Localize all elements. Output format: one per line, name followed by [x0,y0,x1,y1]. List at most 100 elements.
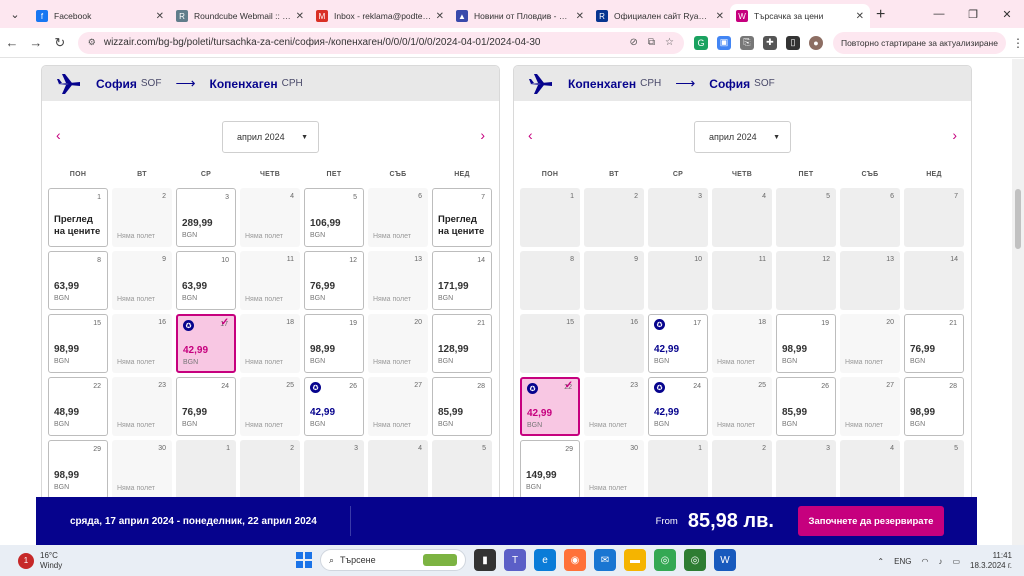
scrollbar-thumb[interactable] [1015,189,1021,249]
cast-icon[interactable]: ⎘ [739,35,754,50]
tab-close-icon[interactable]: ✕ [576,11,584,22]
volume-icon[interactable]: ♪ [938,557,942,566]
calendar-day-cell[interactable]: 14 171,99 BGN [432,251,492,310]
prev-month-icon[interactable]: ‹ [56,127,61,143]
mail-icon[interactable]: ✉ [594,549,616,571]
weather-widget[interactable]: 1 16°C Windy [0,551,120,571]
windows-start-icon[interactable] [296,552,312,568]
calendar-day-cell[interactable]: 5 106,99 BGN [304,188,364,247]
day-currency: BGN [782,421,798,428]
minimize-icon[interactable]: — [922,8,956,20]
back-icon[interactable]: ← [0,35,24,50]
tab-close-icon[interactable]: ✕ [716,11,724,22]
view-prices-link[interactable]: Преглед на цените [438,214,488,238]
chrome-profile-icon[interactable]: ◎ [684,549,706,571]
restart-update-button[interactable]: Повторно стартиране за актуализиране [832,31,1006,54]
tab-close-icon[interactable]: ✕ [436,11,444,22]
club-discount-icon: ✪ [654,319,665,330]
browser-tab[interactable]: R Официален сайт Ryanair ✕ [590,4,730,28]
calendar-day-cell[interactable]: 19 98,99 BGN [304,314,364,373]
browser-tab[interactable]: ▲ Новини от Пловдив - Акт ✕ [450,4,590,28]
browser-tab[interactable]: W Търсачка за цени ✕ [730,4,870,28]
grammar-extension-icon[interactable]: G [693,35,708,50]
calendar-day-cell[interactable]: 12 76,99 BGN [304,251,364,310]
calendar-day-cell[interactable]: 22 48,99 BGN [48,377,108,436]
calendar-day-cell[interactable]: 15 98,99 BGN [48,314,108,373]
chrome-icon[interactable]: ◎ [654,549,676,571]
browser-tab[interactable]: f Facebook ✕ [30,4,170,28]
restore-icon[interactable]: ❐ [956,8,990,21]
month-select[interactable]: април 2024 ▼ [694,121,791,153]
tab-close-icon[interactable]: ✕ [296,11,304,22]
calendar-day-cell: 4 [368,440,428,499]
reload-icon[interactable]: ↻ [48,35,72,51]
new-tab-button[interactable]: + [876,6,885,24]
calendar-day-cell[interactable]: 29 149,99 BGN [520,440,580,499]
url-input[interactable]: ⚙ wizzair.com/bg-bg/poleti/tursachka-za-… [77,31,684,54]
calendar-day-cell[interactable]: 28 98,99 BGN [904,377,964,436]
language-indicator[interactable]: ENG [894,557,911,566]
puzzle-icon[interactable]: ✚ [762,35,777,50]
calendar-day-cell: 20 Няма полет [368,314,428,373]
close-window-icon[interactable]: ✕ [990,8,1024,21]
calendar-day-cell[interactable]: 10 63,99 BGN [176,251,236,310]
extension-icon[interactable]: ▣ [716,35,731,50]
tab-close-icon[interactable]: ✕ [156,11,164,22]
browser-tab[interactable]: R Roundcube Webmail :: Inb ✕ [170,4,310,28]
calendar-day-cell[interactable]: 1 Преглед на цените [48,188,108,247]
scrollbar[interactable] [1012,59,1024,545]
task-view-icon[interactable]: ▮ [474,549,496,571]
calendar-day-cell[interactable]: 28 85,99 BGN [432,377,492,436]
calendar-day-cell[interactable]: 29 98,99 BGN [48,440,108,499]
destination-city: Копенхаген [209,76,278,91]
calendar-day-cell[interactable]: 22 ✪ ✓ 42,99 BGN [520,377,580,436]
view-prices-link[interactable]: Преглед на цените [54,214,104,238]
clock[interactable]: 11:41 18.3.2024 г. [970,551,1012,571]
day-currency: BGN [310,421,326,428]
calendar-day-cell[interactable]: 24 76,99 BGN [176,377,236,436]
month-select[interactable]: април 2024 ▼ [222,121,319,153]
calendar-day-cell[interactable]: 17 ✪ 42,99 BGN [648,314,708,373]
calendar-day-cell[interactable]: 21 128,99 BGN [432,314,492,373]
forward-icon[interactable]: → [24,35,48,50]
firefox-icon[interactable]: ◉ [564,549,586,571]
edge-icon[interactable]: e [534,549,556,571]
month-select-value: април 2024 [237,132,285,142]
tray-chevron-icon[interactable]: ⌃ [877,557,884,566]
tracking-icon[interactable]: ⊘ [629,37,637,48]
prev-month-icon[interactable]: ‹ [528,127,533,143]
site-info-icon[interactable]: ⚙ [88,37,96,48]
tab-close-icon[interactable]: ✕ [856,11,864,22]
calendar-day-cell[interactable]: 21 76,99 BGN [904,314,964,373]
calendar-day-cell[interactable]: 26 ✪ 42,99 BGN [304,377,364,436]
taskbar-search-input[interactable]: ⌕ Търсене [320,549,466,571]
menu-kebab-icon[interactable]: ⋮ [1012,36,1024,50]
bookmark-star-icon[interactable]: ☆ [665,37,674,48]
calendar-day-cell: 6 Няма полет [368,188,428,247]
install-icon[interactable]: ⧉ [648,37,655,48]
tab-title: Inbox - reklama@podtepe [334,11,432,21]
calendar-day-cell[interactable]: 19 98,99 BGN [776,314,836,373]
teams-icon[interactable]: T [504,549,526,571]
calendar-day-cell: 5 [432,440,492,499]
day-number: 1 [97,194,101,201]
sidepanel-icon[interactable]: ▯ [785,35,800,50]
tab-search-icon[interactable]: ⌄ [4,3,26,25]
start-booking-button[interactable]: Започнете да резервирате [798,506,944,536]
wifi-icon[interactable]: ◠ [921,557,928,566]
battery-icon[interactable]: ▭ [952,557,960,566]
calendar-day-cell[interactable]: 26 85,99 BGN [776,377,836,436]
calendar-day-cell[interactable]: 3 289,99 BGN [176,188,236,247]
calendar-day-cell: 23 Няма полет [112,377,172,436]
calendar-day-cell[interactable]: 7 Преглед на цените [432,188,492,247]
next-month-icon[interactable]: › [952,127,957,143]
calendar-day-cell[interactable]: 17 ✪ ✓ 42,99 BGN [176,314,236,373]
profile-avatar[interactable]: ● [808,35,823,50]
calendar-day-cell: 2 [240,440,300,499]
browser-tab[interactable]: M Inbox - reklama@podtepe ✕ [310,4,450,28]
word-icon[interactable]: W [714,549,736,571]
calendar-day-cell[interactable]: 8 63,99 BGN [48,251,108,310]
file-explorer-icon[interactable]: ▬ [624,549,646,571]
calendar-day-cell[interactable]: 24 ✪ 42,99 BGN [648,377,708,436]
next-month-icon[interactable]: › [480,127,485,143]
